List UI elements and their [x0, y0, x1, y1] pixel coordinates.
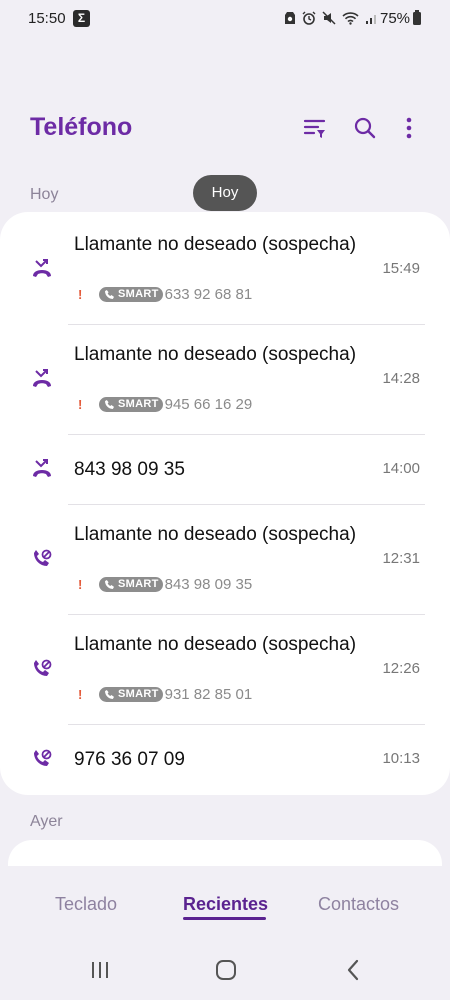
missed-call-icon	[30, 457, 54, 481]
filter-icon	[303, 119, 326, 138]
smart-badge-label: SMART	[118, 578, 159, 590]
battery-percent: 75%	[380, 10, 411, 27]
battery-icon	[413, 10, 421, 25]
smart-call-badge: SMART	[99, 686, 163, 702]
recent-apps-button[interactable]	[87, 958, 113, 982]
mute-icon	[322, 11, 336, 25]
caller-details: ! SMART 945 66 16 29	[74, 395, 252, 413]
phone-number: 843 98 09 35	[164, 575, 253, 593]
warning-icon: !	[78, 576, 83, 592]
notification-sigma-icon: Σ	[73, 10, 90, 27]
caller-details: ! SMART 843 98 09 35	[74, 575, 252, 593]
call-time: 12:26	[382, 660, 420, 677]
phone-icon	[105, 579, 114, 589]
status-icons	[284, 11, 379, 25]
call-log-row[interactable]: Llamante no deseado (sospecha)! SMART 945 …	[0, 324, 450, 434]
recent-apps-icon	[92, 962, 108, 978]
signal-icon	[366, 15, 376, 24]
home-icon	[216, 960, 236, 980]
alarm-app-icon	[285, 12, 295, 24]
phone-icon	[105, 689, 114, 699]
page-title: Teléfono	[30, 113, 133, 141]
phone-icon	[105, 289, 114, 299]
blocked-call-icon	[30, 657, 54, 681]
back-icon	[347, 959, 359, 981]
phone-number: 931 82 85 01	[164, 685, 253, 703]
call-log-row[interactable]: 976 36 07 09 10:13	[0, 724, 450, 794]
call-log-row[interactable]: Llamante no deseado (sospecha)! SMART 843 …	[0, 504, 450, 614]
alarm-clock-icon	[302, 11, 316, 25]
phone-number: 633 92 68 81	[164, 285, 253, 303]
smart-badge-label: SMART	[118, 688, 159, 700]
caller-name: 843 98 09 35	[74, 459, 185, 480]
call-time: 15:49	[382, 260, 420, 277]
call-time: 14:28	[382, 370, 420, 387]
caller-name: Llamante no deseado (sospecha)	[74, 234, 357, 255]
call-log-row[interactable]: 843 98 09 35 14:00	[0, 434, 450, 504]
smart-call-badge: SMART	[99, 286, 163, 302]
smart-badge-label: SMART	[118, 398, 159, 410]
warning-icon: !	[78, 686, 83, 702]
smart-call-badge: SMART	[99, 576, 163, 592]
call-log-row[interactable]: Llamante no deseado (sospecha)! SMART 633 …	[0, 214, 450, 324]
caller-details: ! SMART 931 82 85 01	[74, 685, 252, 703]
call-time: 14:00	[382, 460, 420, 477]
caller-name: Llamante no deseado (sospecha)	[74, 524, 357, 545]
back-button[interactable]	[340, 958, 366, 982]
date-tooltip: Hoy	[193, 175, 257, 211]
caller-name: Llamante no deseado (sospecha)	[74, 344, 357, 365]
warning-icon: !	[78, 286, 83, 302]
smart-badge-label: SMART	[118, 288, 159, 300]
blocked-call-icon	[30, 747, 54, 771]
status-bar: 15:50 Σ 75%	[0, 0, 450, 36]
tab-teclado[interactable]: Teclado	[55, 894, 117, 915]
missed-call-icon	[30, 257, 54, 281]
phone-icon	[105, 399, 114, 409]
phone-number: 945 66 16 29	[164, 395, 253, 413]
search-icon	[354, 117, 376, 139]
search-button[interactable]	[350, 113, 380, 143]
call-time: 12:31	[382, 550, 420, 567]
blocked-call-icon	[30, 547, 54, 571]
warning-icon: !	[78, 396, 83, 412]
missed-call-icon	[30, 367, 54, 391]
caller-name: 976 36 07 09	[74, 749, 185, 770]
caller-details: ! SMART 633 92 68 81	[74, 285, 252, 303]
smart-call-badge: SMART	[99, 396, 163, 412]
filter-button[interactable]	[300, 113, 330, 143]
section-header-today: Hoy	[30, 186, 59, 203]
caller-name: Llamante no deseado (sospecha)	[74, 634, 357, 655]
call-time: 10:13	[382, 750, 420, 767]
status-time: 15:50	[28, 10, 66, 27]
section-header-yesterday: Ayer	[30, 813, 63, 830]
active-tab-indicator	[183, 917, 266, 920]
wifi-icon	[342, 12, 359, 25]
home-button[interactable]	[213, 958, 239, 982]
more-options-button[interactable]	[394, 113, 424, 143]
tab-recientes[interactable]: Recientes	[183, 894, 268, 915]
more-options-icon	[406, 117, 412, 139]
tab-contactos[interactable]: Contactos	[318, 894, 399, 915]
call-log-row[interactable]: Llamante no deseado (sospecha)! SMART 931 …	[0, 614, 450, 724]
